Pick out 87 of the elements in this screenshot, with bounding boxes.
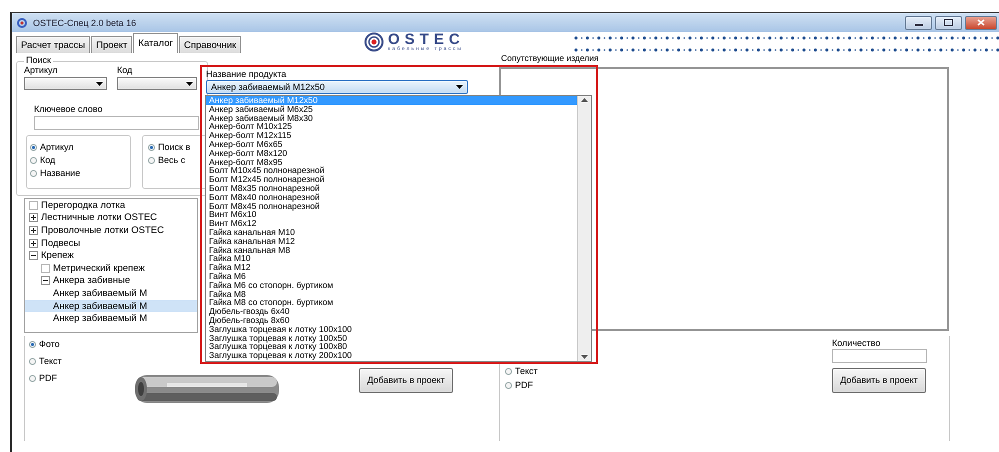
code-dropdown[interactable] — [117, 77, 197, 90]
dropdown-option[interactable]: Анкер-болт M6x65 — [206, 140, 577, 149]
tree-item[interactable]: Перегородка лотка — [41, 200, 126, 211]
add-to-project-button[interactable]: Добавить в проект — [359, 368, 453, 393]
dropdown-arrow-icon — [456, 85, 463, 89]
dropdown-option[interactable]: Винт M6x12 — [206, 219, 577, 228]
radio-button[interactable]: Текст — [29, 356, 62, 366]
radio-button[interactable]: Весь с — [148, 155, 186, 165]
tree-item[interactable]: Лестничные лотки OSTEC — [41, 212, 158, 224]
expand-icon[interactable] — [29, 238, 38, 248]
dropdown-option[interactable]: Анкер забиваемый M6x25 — [206, 104, 577, 114]
add-to-project-button[interactable]: Добавить в проект — [832, 368, 926, 393]
radio-button[interactable]: Код — [30, 155, 56, 165]
dropdown-option[interactable]: Гайка M8 — [206, 290, 577, 298]
scroll-up-icon[interactable] — [581, 98, 588, 102]
tree-item[interactable]: Анкер забиваемый M — [53, 313, 148, 324]
dropdown-option[interactable]: Винт M6x10 — [206, 210, 577, 220]
collapse-icon[interactable] — [29, 251, 38, 260]
radio-button[interactable]: Фото — [29, 339, 60, 349]
dropdown-option[interactable]: Заглушка торцевая к лотку 200x100 — [206, 351, 577, 360]
dropdown-option[interactable]: Болт M8x40 полнонарезной — [206, 192, 577, 202]
field-label: Количество — [832, 338, 880, 348]
field-label: Артикул — [24, 65, 58, 75]
checkbox-icon[interactable] — [29, 200, 38, 210]
dropdown-option[interactable]: Гайка канальная M10 — [206, 228, 577, 237]
radio-button[interactable]: PDF — [29, 373, 57, 383]
scroll-down-icon[interactable] — [581, 355, 588, 359]
article-dropdown[interactable] — [24, 77, 107, 90]
section-label: Сопутствующие изделия — [501, 53, 599, 63]
dropdown-option[interactable]: Дюбель-гвоздь 6x40 — [206, 307, 577, 316]
radio-button[interactable]: PDF — [505, 380, 533, 390]
dropdown-option[interactable]: Заглушка торцевая к лотку 100x100 — [206, 324, 577, 334]
minimize-button[interactable] — [905, 16, 932, 30]
radio-button[interactable]: Текст — [505, 366, 538, 376]
tab[interactable]: Расчет трассы — [16, 36, 90, 53]
dropdown-option[interactable]: Болт M8x45 полнонарезной — [206, 202, 577, 210]
dropdown-option[interactable]: Гайка канальная M8 — [206, 246, 577, 254]
tree-item[interactable]: Метрический крепеж — [53, 262, 145, 274]
logo-icon — [364, 32, 384, 52]
dropdown-option[interactable]: Заглушка торцевая к лотку 100x50 — [206, 334, 577, 342]
tree-item[interactable]: Проволочные лотки OSTEC — [41, 224, 164, 236]
expand-icon[interactable] — [29, 213, 38, 222]
dropdown-option[interactable]: Гайка M6 — [206, 272, 577, 281]
maximize-button[interactable] — [935, 16, 962, 30]
app-icon — [16, 18, 28, 28]
dropdown-option[interactable]: Гайка M8 со стопорн. буртиком — [206, 298, 577, 308]
dropdown-option[interactable]: Болт M12x45 полнонарезной — [206, 175, 577, 184]
close-icon — [977, 19, 985, 26]
dropdown-option[interactable]: Болт M10x45 полнонарезной — [206, 166, 577, 176]
close-button[interactable] — [965, 16, 997, 30]
field-label: Код — [117, 65, 132, 75]
dropdown-option[interactable]: Гайка канальная M12 — [206, 236, 577, 246]
dropdown-arrow-icon — [186, 82, 193, 86]
expand-icon[interactable] — [29, 226, 38, 235]
window-title: OSTEC-Спец 2.0 beta 16 — [33, 18, 136, 28]
radio-button[interactable]: Название — [30, 168, 80, 178]
radio-button[interactable]: Артикул — [30, 142, 74, 152]
radio-button[interactable]: Поиск в — [148, 142, 190, 152]
tree-item[interactable]: Подвесы — [41, 238, 80, 249]
dropdown-option[interactable]: Заглушка торцевая к лотку 100x80 — [206, 342, 577, 352]
dropdown-arrow-icon — [96, 82, 103, 86]
collapse-icon[interactable] — [41, 276, 50, 286]
checkbox-icon[interactable] — [41, 264, 50, 273]
dropdown-option[interactable]: Анкер-болт M8x95 — [206, 158, 577, 166]
product-dropdown[interactable]: Анкер забиваемый M12x50 — [206, 80, 468, 94]
tree-item[interactable]: Анкера забивные — [53, 275, 130, 286]
keyword-field[interactable] — [34, 116, 199, 130]
field-label: Ключевое слово — [34, 104, 102, 114]
tab[interactable]: Справочник — [178, 36, 242, 53]
dropdown-option[interactable]: Анкер забиваемый M8x30 — [206, 114, 577, 122]
tab[interactable]: Проект — [91, 36, 132, 53]
tree-item[interactable]: Анкер забиваемый M — [53, 288, 148, 299]
dropdown-option[interactable]: Анкер-болт M10x125 — [206, 122, 577, 132]
dropdown-option[interactable]: Болт M8x35 полнонарезной — [206, 184, 577, 193]
tree-item[interactable]: Крепеж — [41, 250, 74, 262]
logo-name: OSTEC — [388, 32, 465, 47]
group-title: Поиск — [24, 55, 53, 65]
dropdown-option[interactable]: Гайка M6 со стопорн. буртиком — [206, 280, 577, 290]
dropdown-option[interactable]: Гайка M12 — [206, 263, 577, 272]
maximize-icon — [944, 19, 953, 26]
dropdown-option[interactable]: Дюбель-гвоздь 8x60 — [206, 316, 577, 325]
dropdown-option[interactable]: Гайка M10 — [206, 254, 577, 264]
dropdown-option[interactable]: Анкер-болт M8x120 — [206, 148, 577, 158]
quantity-field[interactable] — [832, 349, 927, 363]
tab[interactable]: Каталог — [133, 33, 178, 53]
field-label: Название продукта — [206, 69, 286, 79]
dropdown-option[interactable]: Анкер-болт M12x115 — [206, 131, 577, 140]
